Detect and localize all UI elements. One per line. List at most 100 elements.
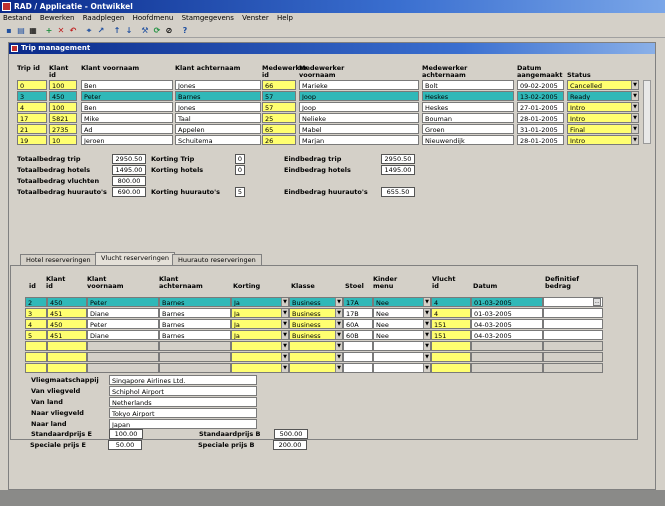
menu-raadplegen[interactable]: Raadplegen xyxy=(80,13,128,24)
trip-cell: Jones xyxy=(175,102,261,112)
trip-cell: Joop xyxy=(299,102,419,112)
empty-flight-cell[interactable]: ▼ xyxy=(373,352,431,362)
help-button[interactable]: ? xyxy=(180,26,190,36)
cancel-icon[interactable]: ⊘ xyxy=(164,26,174,36)
flight-cell[interactable]: Ja ▼ xyxy=(231,319,289,329)
empty-flight-cell[interactable]: ▼ xyxy=(289,352,343,362)
status-dropdown-icon[interactable]: ▼ xyxy=(631,136,638,144)
flight-cell[interactable]: Nee ▼ xyxy=(373,319,431,329)
status-dropdown-icon[interactable]: ▼ xyxy=(631,114,638,122)
status-dropdown-icon[interactable]: ▼ xyxy=(631,103,638,111)
dropdown-icon[interactable]: ▼ xyxy=(423,320,430,328)
trip-cell[interactable]: Intro ▼ xyxy=(567,135,639,145)
flight-cell[interactable]: Ja ▼ xyxy=(231,330,289,340)
flight-cell[interactable]: Business ▼ xyxy=(289,330,343,340)
arrow-down-icon[interactable]: ↓ xyxy=(124,26,134,36)
dropdown-icon[interactable]: ▼ xyxy=(281,331,288,339)
trip-cell[interactable]: Intro ▼ xyxy=(567,102,639,112)
flight-cell[interactable]: Ja ▼ xyxy=(231,308,289,318)
trip-cell[interactable]: Final ▼ xyxy=(567,124,639,134)
dropdown-icon[interactable]: ▼ xyxy=(335,320,342,328)
input-korting-huurautos[interactable]: 5 xyxy=(235,187,245,197)
flight-cell: Diane xyxy=(87,330,159,340)
dropdown-icon[interactable]: ▼ xyxy=(281,342,288,350)
dropdown-icon[interactable]: ▼ xyxy=(423,342,430,350)
empty-flight-cell[interactable]: ▼ xyxy=(373,341,431,351)
dropdown-icon[interactable]: ▼ xyxy=(335,298,342,306)
dropdown-icon[interactable]: ▼ xyxy=(423,331,430,339)
menu-stamgegevens[interactable]: Stamgegevens xyxy=(179,13,237,24)
empty-flight-cell[interactable]: ▼ xyxy=(231,363,289,373)
value-standaardprijs-e: 100.00 xyxy=(109,429,143,439)
print-icon[interactable]: ▦ xyxy=(28,26,38,36)
dropdown-icon[interactable]: ▼ xyxy=(281,353,288,361)
dropdown-icon[interactable]: ▼ xyxy=(281,364,288,372)
flight-cell xyxy=(543,319,603,329)
delete-record-icon[interactable]: ✕ xyxy=(56,26,66,36)
sort-icon[interactable]: ↗ xyxy=(96,26,106,36)
trip-cell[interactable]: Ready ▼ xyxy=(567,91,639,101)
dropdown-icon[interactable]: ▼ xyxy=(423,298,430,306)
menu-venster[interactable]: Venster xyxy=(239,13,272,24)
value-standaardprijs-b: 500.00 xyxy=(274,429,308,439)
empty-flight-cell[interactable]: ▼ xyxy=(289,363,343,373)
menu-hoofdmenu[interactable]: Hoofdmenu xyxy=(130,13,177,24)
value-totaal-vluchten: 800.00 xyxy=(112,176,146,186)
trip-cell: Nelieke xyxy=(299,113,419,123)
dropdown-icon[interactable]: ▼ xyxy=(281,320,288,328)
trip-cell[interactable]: Intro ▼ xyxy=(567,113,639,123)
col-id: id xyxy=(29,282,36,290)
refresh-icon[interactable]: ⟳ xyxy=(152,26,162,36)
dropdown-icon[interactable]: ▼ xyxy=(281,309,288,317)
flight-cell[interactable]: Nee ▼ xyxy=(373,297,431,307)
dropdown-icon[interactable]: ▼ xyxy=(335,353,342,361)
value-naar-vliegveld: Tokyo Airport xyxy=(109,408,257,418)
filter-icon[interactable]: ⌖ xyxy=(84,26,94,36)
menu-bestand[interactable]: Bestand xyxy=(0,13,35,24)
tab-vlucht-reserveringen[interactable]: Vlucht reserveringen xyxy=(95,252,175,266)
flight-cell[interactable]: Ja ▼ xyxy=(231,297,289,307)
empty-flight-cell xyxy=(471,363,543,373)
dropdown-icon[interactable]: ▼ xyxy=(335,342,342,350)
label-eindbedrag-trip: Eindbedrag trip xyxy=(284,155,342,163)
menu-help[interactable]: Help xyxy=(274,13,296,24)
flight-cell[interactable]: Business ▼ xyxy=(289,308,343,318)
empty-flight-cell xyxy=(471,341,543,351)
empty-flight-cell[interactable]: ▼ xyxy=(231,341,289,351)
label-eindbedrag-hotels: Eindbedrag hotels xyxy=(284,166,351,174)
input-korting-trip[interactable]: 0 xyxy=(235,154,245,164)
flight-cell: Barnes xyxy=(159,308,231,318)
flight-cell[interactable]: Business ▼ xyxy=(289,319,343,329)
dropdown-icon[interactable]: ▼ xyxy=(335,331,342,339)
tools-icon[interactable]: ⚒ xyxy=(140,26,150,36)
empty-flight-cell xyxy=(343,341,373,351)
dropdown-icon[interactable]: ▼ xyxy=(281,298,288,306)
dropdown-icon[interactable]: ▼ xyxy=(335,309,342,317)
trip-scrollbar[interactable] xyxy=(643,80,651,144)
undo-icon[interactable]: ↶ xyxy=(68,26,78,36)
status-dropdown-icon[interactable]: ▼ xyxy=(631,92,638,100)
flight-cell[interactable]: Nee ▼ xyxy=(373,308,431,318)
empty-flight-cell[interactable]: ▼ xyxy=(231,352,289,362)
menu-bewerken[interactable]: Bewerken xyxy=(37,13,78,24)
add-record-icon[interactable]: + xyxy=(44,26,54,36)
flight-cell: 17B xyxy=(343,308,373,318)
dropdown-icon[interactable]: ▼ xyxy=(423,353,430,361)
trip-cell: 26 xyxy=(262,135,296,145)
flight-cell[interactable]: Nee ▼ xyxy=(373,330,431,340)
input-korting-hotels[interactable]: 0 xyxy=(235,165,245,175)
arrow-up-icon[interactable]: ↑ xyxy=(112,26,122,36)
edit-amount-button[interactable]: … xyxy=(593,298,601,306)
empty-flight-cell[interactable]: ▼ xyxy=(373,363,431,373)
open-icon[interactable]: ▤ xyxy=(16,26,26,36)
flight-cell[interactable]: Business ▼ xyxy=(289,297,343,307)
empty-flight-cell[interactable]: ▼ xyxy=(289,341,343,351)
dropdown-icon[interactable]: ▼ xyxy=(423,364,430,372)
dropdown-icon[interactable]: ▼ xyxy=(335,364,342,372)
trip-cell[interactable]: Cancelled ▼ xyxy=(567,80,639,90)
status-dropdown-icon[interactable]: ▼ xyxy=(631,125,638,133)
status-dropdown-icon[interactable]: ▼ xyxy=(631,81,638,89)
dropdown-icon[interactable]: ▼ xyxy=(423,309,430,317)
save-icon[interactable]: ▪ xyxy=(4,26,14,36)
flight-cell: 3 xyxy=(25,308,47,318)
